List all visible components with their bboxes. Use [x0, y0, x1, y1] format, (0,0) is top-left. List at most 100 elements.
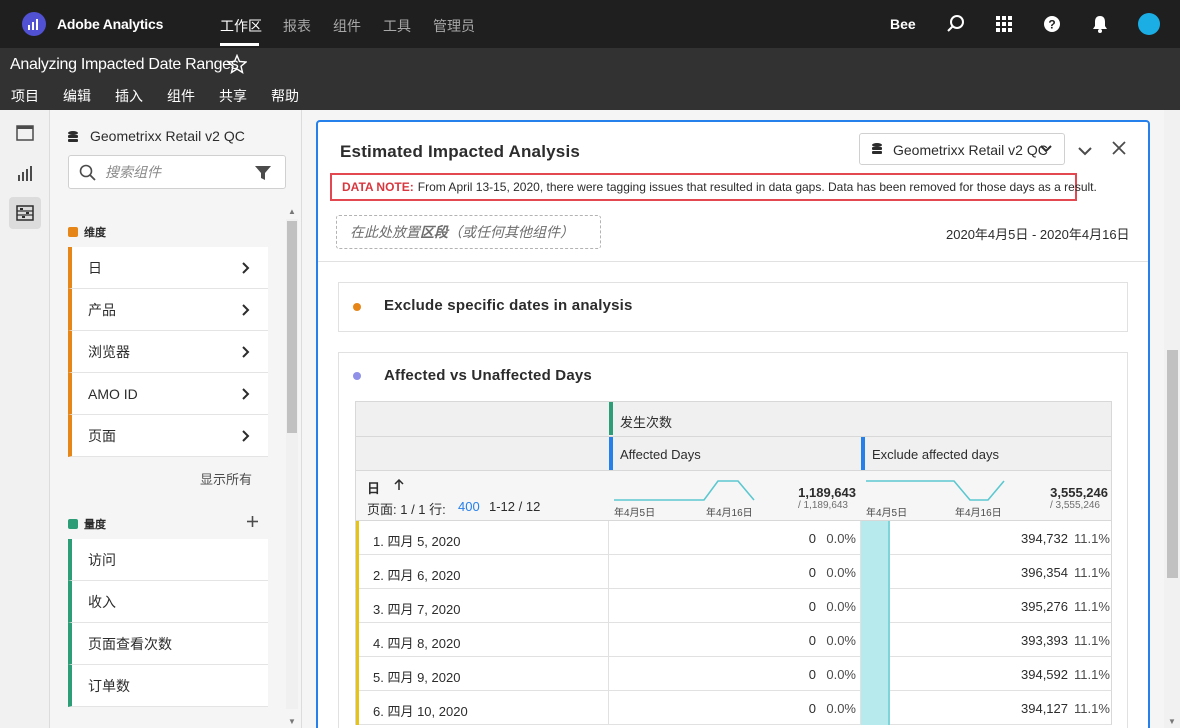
menu-project[interactable]: 项目 [11, 86, 39, 106]
help-icon[interactable]: ? [1042, 14, 1062, 34]
workspace: Estimated Impacted Analysis Geometrixx R… [303, 110, 1180, 728]
menu-edit[interactable]: 编辑 [63, 86, 91, 106]
column-divider [608, 657, 609, 691]
close-icon[interactable] [1112, 141, 1126, 160]
row-dimension-marker [356, 691, 359, 725]
chevron-right-icon [242, 262, 250, 274]
visualizations-tab[interactable] [9, 157, 41, 189]
favorite-star-icon[interactable] [226, 53, 248, 79]
scroll-down-arrow-icon[interactable]: ▼ [1168, 717, 1176, 726]
viz-title[interactable]: Affected vs Unaffected Days [384, 367, 592, 384]
panel-title[interactable]: Estimated Impacted Analysis [340, 142, 580, 162]
user-avatar[interactable] [1138, 13, 1160, 35]
search-icon [79, 164, 96, 181]
row-date-label: 3. 四月 7, 2020 [373, 602, 461, 617]
nav-workspace[interactable]: 工作区 [220, 16, 262, 36]
chevron-down-icon [1040, 145, 1052, 153]
col2-total-sub: / 3,555,246 [1049, 500, 1100, 511]
row-exclude-value: 393,393 [1021, 633, 1068, 648]
collapse-chevron-icon[interactable] [1078, 143, 1092, 161]
column-divider [608, 555, 609, 589]
nav-tools[interactable]: 工具 [383, 16, 411, 36]
data-note-label: DATA NOTE: [342, 180, 414, 194]
filter-icon[interactable] [254, 164, 272, 182]
metric-item-orders[interactable]: 订单数 [68, 665, 268, 707]
search-icon[interactable] [946, 14, 966, 34]
menu-help[interactable]: 帮助 [271, 86, 299, 106]
scrollbar-thumb[interactable] [1167, 350, 1178, 578]
table-row[interactable]: 6. 四月 10, 2020 0 0.0% 394,127 11.1% [355, 691, 1112, 725]
nav-active-indicator [220, 43, 259, 46]
dimension-item-page[interactable]: 页面 [68, 415, 268, 457]
app-name[interactable]: Adobe Analytics [57, 16, 163, 32]
sort-ascending-arrow-icon[interactable] [394, 479, 404, 491]
row-date-label: 2. 四月 6, 2020 [373, 568, 461, 583]
metric-header-occurrences[interactable]: 发生次数 [620, 412, 672, 431]
show-all-link[interactable]: 显示所有 [200, 469, 252, 488]
report-suite-name[interactable]: Geometrixx Retail v2 QC [90, 128, 245, 144]
project-title[interactable]: Analyzing Impacted Date Ranges [10, 56, 239, 74]
column-divider [608, 521, 609, 555]
dimension-item-product[interactable]: 产品 [68, 289, 268, 331]
workspace-scrollbar[interactable]: ▼ [1164, 110, 1180, 728]
metric-icon [68, 519, 78, 529]
scroll-down-arrow-icon[interactable]: ▼ [288, 717, 296, 726]
dimension-column-header[interactable]: 日 [367, 478, 380, 497]
dimension-item-amo-id[interactable]: AMO ID [68, 373, 268, 415]
row-date-label: 1. 四月 5, 2020 [373, 534, 461, 549]
row-value-bar [861, 623, 890, 657]
dimension-item-day[interactable]: 日 [68, 247, 268, 289]
viz-status-dot [353, 303, 361, 311]
metric-item-page-views[interactable]: 页面查看次数 [68, 623, 268, 665]
viz-title[interactable]: Exclude specific dates in analysis [384, 297, 633, 314]
viz-status-dot [353, 372, 361, 380]
rows-per-page-select[interactable]: 400 [458, 499, 480, 514]
panel-icon [16, 125, 34, 141]
row-date-label: 4. 四月 8, 2020 [373, 636, 461, 651]
metric-item-revenue[interactable]: 收入 [68, 581, 268, 623]
table-row[interactable]: 4. 四月 8, 2020 0 0.0% 393,393 11.1% [355, 623, 1112, 657]
menu-share[interactable]: 共享 [219, 86, 247, 106]
row-exclude-percent: 11.1% [1074, 565, 1110, 580]
row-value-bar [861, 657, 890, 691]
row-value-bar [861, 521, 890, 555]
nav-components[interactable]: 组件 [333, 16, 361, 36]
table-row[interactable]: 1. 四月 5, 2020 0 0.0% 394,732 11.1% [355, 521, 1112, 555]
date-range-picker[interactable]: 2020年4月5日 - 2020年4月16日 [946, 224, 1130, 243]
search-input[interactable] [105, 162, 245, 182]
user-name[interactable]: Bee [890, 16, 916, 32]
component-panel: Geometrixx Retail v2 QC 维度 日 产品 浏览器 AMO … [50, 110, 302, 728]
table-row[interactable]: 5. 四月 9, 2020 0 0.0% 394,592 11.1% [355, 657, 1112, 691]
scroll-up-arrow-icon[interactable]: ▲ [288, 207, 296, 216]
add-metric-plus-icon[interactable] [246, 515, 259, 533]
column-header-affected-days[interactable]: Affected Days [620, 447, 701, 462]
adobe-analytics-logo-icon[interactable] [22, 12, 46, 36]
menu-components[interactable]: 组件 [167, 86, 195, 106]
table-row[interactable]: 2. 四月 6, 2020 0 0.0% 396,354 11.1% [355, 555, 1112, 589]
scrollbar-thumb[interactable] [287, 221, 297, 433]
column-header-exclude-affected[interactable]: Exclude affected days [872, 447, 999, 462]
row-exclude-value: 396,354 [1021, 565, 1068, 580]
report-suite-dropdown[interactable]: Geometrixx Retail v2 QC [859, 133, 1065, 165]
menu-insert[interactable]: 插入 [115, 86, 143, 106]
dimension-list: 日 产品 浏览器 AMO ID 页面 [68, 247, 268, 457]
table-row[interactable]: 3. 四月 7, 2020 0 0.0% 395,276 11.1% [355, 589, 1112, 623]
notification-bell-icon[interactable] [1090, 14, 1110, 34]
panels-tab[interactable] [9, 117, 41, 149]
nav-admin[interactable]: 管理员 [433, 16, 475, 36]
row-affected-percent: 0.0% [826, 667, 856, 682]
dimension-item-browser[interactable]: 浏览器 [68, 331, 268, 373]
dimensions-header: 维度 [68, 224, 106, 240]
apps-grid-icon[interactable] [994, 14, 1014, 34]
segment-drop-zone[interactable]: 在此处放置区段（或任何其他组件） [336, 215, 601, 249]
metric-item-visits[interactable]: 访问 [68, 539, 268, 581]
row-affected-percent: 0.0% [826, 599, 856, 614]
viz-exclude-dates: Exclude specific dates in analysis [338, 282, 1128, 332]
nav-reports[interactable]: 报表 [283, 16, 311, 36]
row-affected-percent: 0.0% [826, 633, 856, 648]
project-bar: Analyzing Impacted Date Ranges 项目 编辑 插入 … [0, 48, 1180, 110]
components-tab[interactable] [9, 197, 41, 229]
component-panel-scrollbar[interactable]: ▲ ▼ [286, 207, 298, 728]
row-exclude-value: 394,592 [1021, 667, 1068, 682]
analysis-panel: Estimated Impacted Analysis Geometrixx R… [316, 120, 1150, 728]
